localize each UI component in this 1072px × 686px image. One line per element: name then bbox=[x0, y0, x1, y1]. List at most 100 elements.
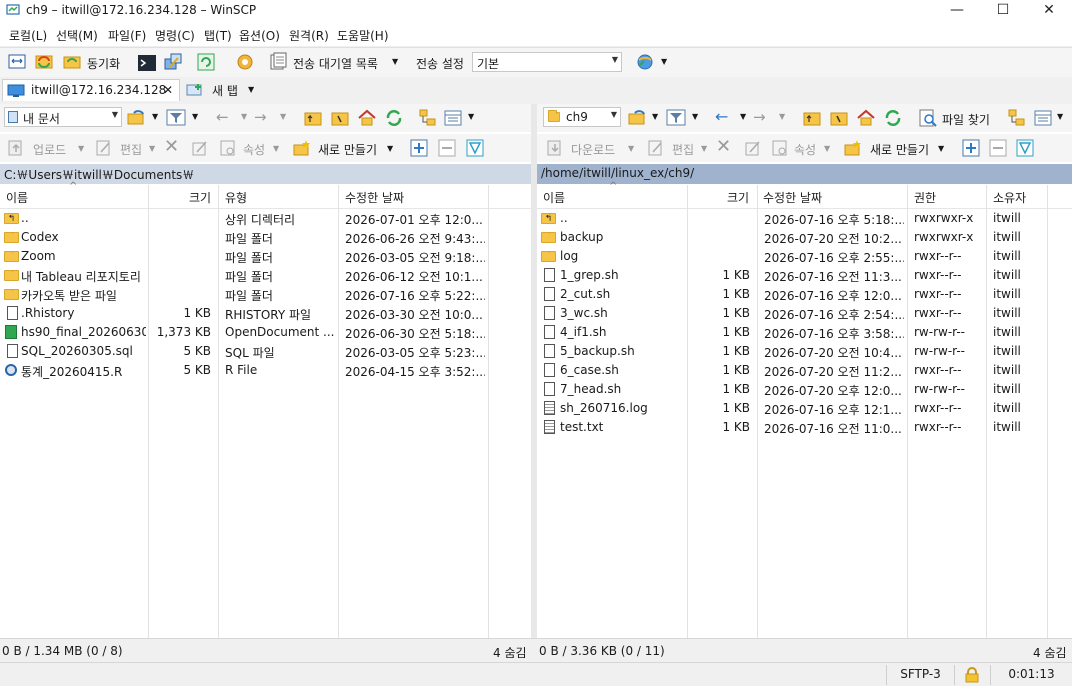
file-row[interactable]: sh_260716.log 1 KB 2026-07-16 오후 12:1... rw… bbox=[537, 399, 1072, 418]
filter-select-icon[interactable] bbox=[465, 138, 485, 158]
chevron-down-icon[interactable]: ▼ bbox=[1057, 112, 1063, 121]
gear-icon[interactable] bbox=[235, 52, 255, 72]
menu-options[interactable]: 옵션(O) bbox=[239, 27, 280, 44]
back-icon[interactable]: ← bbox=[715, 107, 728, 126]
file-row[interactable]: 카카오톡 받은 파일 파일 폴더 2026-07-16 오후 5:22:... bbox=[0, 285, 531, 304]
parent-directory-icon[interactable] bbox=[802, 108, 822, 128]
filter-icon[interactable] bbox=[666, 108, 686, 128]
queue-list-icon[interactable] bbox=[268, 52, 288, 72]
close-button[interactable]: ✕ bbox=[1026, 0, 1072, 22]
refresh-queue-icon[interactable] bbox=[196, 52, 216, 72]
refresh-icon[interactable] bbox=[883, 108, 903, 128]
properties-button[interactable]: 속성 bbox=[243, 141, 265, 158]
parent-directory-icon[interactable] bbox=[303, 108, 323, 128]
remote-location-select[interactable]: ch9 ▼ bbox=[543, 107, 621, 127]
rename-icon[interactable] bbox=[743, 138, 763, 158]
open-folder-icon[interactable] bbox=[126, 108, 146, 128]
synchronize-icon[interactable] bbox=[62, 52, 82, 72]
download-button[interactable]: 다운로드 bbox=[571, 141, 615, 158]
col-size[interactable]: 크기 bbox=[727, 189, 749, 206]
file-row[interactable]: 6_case.sh 1 KB 2026-07-20 오전 11:2... rwxr--… bbox=[537, 361, 1072, 380]
properties-icon[interactable] bbox=[770, 138, 790, 158]
edit-icon[interactable] bbox=[94, 138, 114, 158]
chevron-down-icon[interactable]: ▼ bbox=[387, 144, 393, 153]
tab-close-icon[interactable]: ✕ bbox=[163, 83, 173, 97]
chevron-down-icon[interactable]: ▼ bbox=[152, 112, 158, 121]
chevron-down-icon[interactable]: ▼ bbox=[652, 112, 658, 121]
new-folder-icon[interactable] bbox=[843, 138, 863, 158]
tree-view-icon[interactable] bbox=[1007, 108, 1027, 128]
minimize-button[interactable]: — bbox=[934, 0, 980, 22]
file-row[interactable]: 내 Tableau 리포지토리 파일 폴더 2026-06-12 오전 10:1..… bbox=[0, 266, 531, 285]
find-files-icon[interactable] bbox=[918, 108, 938, 128]
chevron-down-icon[interactable]: ▼ bbox=[824, 144, 830, 153]
refresh-icon[interactable] bbox=[384, 108, 404, 128]
col-size[interactable]: 크기 bbox=[189, 189, 211, 206]
root-directory-icon[interactable] bbox=[330, 108, 350, 128]
forward-icon[interactable]: → bbox=[254, 108, 267, 126]
file-row[interactable]: 3_wc.sh 1 KB 2026-07-16 오후 2:54:... rwxr--r… bbox=[537, 304, 1072, 323]
menu-command[interactable]: 명령(C) bbox=[155, 27, 195, 44]
properties-button[interactable]: 속성 bbox=[794, 141, 816, 158]
queue-list-button[interactable]: 전송 대기열 목록 bbox=[293, 55, 378, 72]
open-folder-icon[interactable] bbox=[627, 108, 647, 128]
file-row[interactable]: 5_backup.sh 1 KB 2026-07-20 오전 10:4... rw-r… bbox=[537, 342, 1072, 361]
chevron-down-icon[interactable]: ▼ bbox=[241, 112, 247, 121]
properties-icon[interactable] bbox=[218, 138, 238, 158]
menu-file[interactable]: 파일(F) bbox=[108, 27, 146, 44]
delete-icon[interactable]: ✕ bbox=[164, 136, 179, 157]
col-type[interactable]: 유형 bbox=[225, 189, 247, 206]
chevron-down-icon[interactable]: ▼ bbox=[701, 144, 707, 153]
select-plus-icon[interactable] bbox=[409, 138, 429, 158]
new-button[interactable]: 새로 만들기 bbox=[870, 141, 929, 158]
putty-icon[interactable] bbox=[163, 52, 183, 72]
edit-button[interactable]: 편집 bbox=[672, 141, 694, 158]
maximize-button[interactable]: ☐ bbox=[980, 0, 1026, 22]
delete-icon[interactable]: ✕ bbox=[716, 136, 731, 157]
find-files-button[interactable]: 파일 찾기 bbox=[942, 111, 990, 128]
file-row[interactable]: 7_head.sh 1 KB 2026-07-20 오후 12:0... rw-rw-… bbox=[537, 380, 1072, 399]
file-row[interactable]: ↰.. 상위 디렉터리 2026-07-01 오후 12:0... bbox=[0, 209, 531, 228]
file-row[interactable]: log 2026-07-16 오후 2:55:... rwxr--r-- itwill bbox=[537, 247, 1072, 266]
home-icon[interactable] bbox=[856, 108, 876, 128]
chevron-down-icon[interactable]: ▼ bbox=[468, 112, 474, 121]
encryption-indicator[interactable] bbox=[954, 665, 990, 685]
download-icon[interactable] bbox=[545, 138, 565, 158]
terminal-icon[interactable] bbox=[137, 53, 157, 73]
col-name[interactable]: 이름 bbox=[543, 189, 565, 206]
select-minus-icon[interactable] bbox=[437, 138, 457, 158]
col-name[interactable]: 이름 bbox=[6, 189, 28, 206]
chevron-down-icon[interactable]: ▼ bbox=[280, 112, 286, 121]
col-modified[interactable]: 수정한 날짜 bbox=[763, 189, 822, 206]
file-row[interactable]: hs90_final_20260630... 1,373 KB OpenDocume… bbox=[0, 323, 531, 342]
forward-icon[interactable]: → bbox=[753, 108, 766, 126]
chevron-down-icon[interactable]: ▼ bbox=[149, 144, 155, 153]
edit-icon[interactable] bbox=[646, 138, 666, 158]
synchronize-button[interactable]: 동기화 bbox=[87, 55, 120, 72]
file-row[interactable]: ↰.. 2026-07-16 오후 5:18:... rwxrwxr-x itwill bbox=[537, 209, 1072, 228]
file-row[interactable]: 1_grep.sh 1 KB 2026-07-16 오전 11:3... rwxr--… bbox=[537, 266, 1072, 285]
col-owner[interactable]: 소유자 bbox=[993, 189, 1026, 206]
tab-new[interactable]: 새 탭 ▼ bbox=[184, 79, 264, 101]
filter-select-icon[interactable] bbox=[1015, 138, 1035, 158]
chevron-down-icon[interactable]: ▼ bbox=[78, 144, 84, 153]
file-row[interactable]: .Rhistory 1 KB RHISTORY 파일 2026-03-30 오전 10… bbox=[0, 304, 531, 323]
file-row[interactable]: SQL_20260305.sql 5 KB SQL 파일 2026-03-05 오후 … bbox=[0, 342, 531, 361]
select-minus-icon[interactable] bbox=[988, 138, 1008, 158]
synchronize-browse-icon[interactable] bbox=[34, 52, 54, 72]
chevron-down-icon[interactable]: ▼ bbox=[273, 144, 279, 153]
view-list-icon[interactable] bbox=[1033, 108, 1053, 128]
tree-view-icon[interactable] bbox=[418, 108, 438, 128]
file-row[interactable]: 통계_20260415.R 5 KB R File 2026-04-15 오후 3:5… bbox=[0, 361, 531, 380]
view-list-icon[interactable] bbox=[443, 108, 463, 128]
local-location-select[interactable]: 내 문서 ▼ bbox=[4, 107, 122, 127]
file-row[interactable]: backup 2026-07-20 오전 10:2... rwxrwxr-x itwi… bbox=[537, 228, 1072, 247]
remote-hidden-count[interactable]: 4 숨김 bbox=[1033, 644, 1067, 661]
file-row[interactable]: 2_cut.sh 1 KB 2026-07-16 오후 12:0... rwxr--r… bbox=[537, 285, 1072, 304]
file-row[interactable]: 4_if1.sh 1 KB 2026-07-16 오후 3:58:... rw-rw-… bbox=[537, 323, 1072, 342]
select-plus-icon[interactable] bbox=[961, 138, 981, 158]
upload-button[interactable]: 업로드 bbox=[33, 141, 66, 158]
file-row[interactable]: Zoom 파일 폴더 2026-03-05 오전 9:18:... bbox=[0, 247, 531, 266]
filter-icon[interactable] bbox=[166, 108, 186, 128]
home-icon[interactable] bbox=[357, 108, 377, 128]
